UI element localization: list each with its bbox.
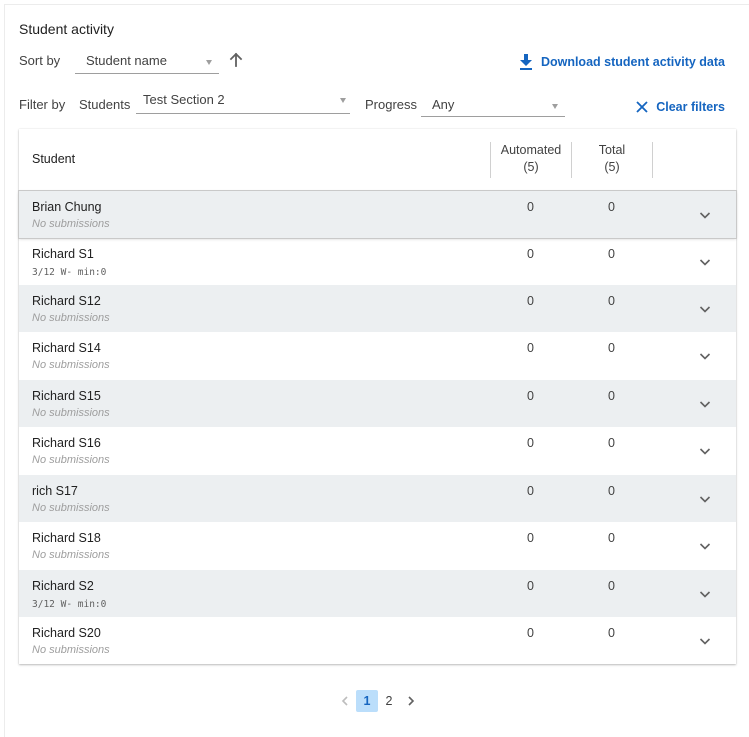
automated-count: 0 bbox=[527, 200, 534, 214]
automated-count: 0 bbox=[527, 247, 534, 261]
submission-status: No submissions bbox=[32, 502, 110, 514]
automated-count: 0 bbox=[527, 294, 534, 308]
chevron-down-icon[interactable] bbox=[697, 586, 713, 602]
submission-status: No submissions bbox=[32, 407, 110, 419]
submission-status: 3/12 W- min:0 bbox=[32, 267, 107, 278]
chevron-left-icon bbox=[341, 696, 348, 706]
automated-count: 0 bbox=[527, 389, 534, 403]
total-count: 0 bbox=[608, 436, 615, 450]
table-row[interactable]: Richard S20 No submissions 0 0 bbox=[19, 617, 736, 664]
total-column-header[interactable]: Total (5) bbox=[571, 142, 652, 178]
close-icon bbox=[636, 101, 648, 113]
chevron-right-icon bbox=[408, 696, 415, 706]
previous-page-button[interactable] bbox=[334, 690, 356, 712]
chevron-down-icon[interactable] bbox=[697, 254, 713, 270]
students-filter-label: Students bbox=[79, 97, 131, 112]
filter-by-label: Filter by bbox=[19, 97, 66, 112]
table-row[interactable]: Richard S15 No submissions 0 0 bbox=[19, 380, 736, 427]
total-count: 0 bbox=[608, 531, 615, 545]
pagination: 1 2 bbox=[334, 689, 422, 713]
automated-header-count: (5) bbox=[523, 160, 539, 174]
page-button-1[interactable]: 1 bbox=[356, 690, 378, 712]
total-count: 0 bbox=[608, 484, 615, 498]
total-count: 0 bbox=[608, 626, 615, 640]
student-name: Richard S16 bbox=[32, 436, 101, 450]
chevron-down-icon[interactable] bbox=[697, 443, 713, 459]
column-divider bbox=[652, 142, 653, 178]
table-row[interactable]: Richard S2 3/12 W- min:0 0 0 bbox=[19, 570, 736, 617]
chevron-down-icon[interactable] bbox=[697, 396, 713, 412]
student-name: Richard S12 bbox=[32, 294, 101, 308]
student-name: rich S17 bbox=[32, 484, 78, 498]
chevron-down-icon[interactable] bbox=[697, 538, 713, 554]
submission-status: 3/12 W- min:0 bbox=[32, 599, 107, 610]
page-button-2[interactable]: 2 bbox=[378, 690, 400, 712]
table-row[interactable]: rich S17 No submissions 0 0 bbox=[19, 475, 736, 522]
submission-status: No submissions bbox=[32, 549, 110, 561]
table-header: Student Automated (5) Total (5) bbox=[19, 129, 736, 191]
sort-select-value: Student name bbox=[86, 53, 167, 68]
student-name: Richard S1 bbox=[32, 247, 94, 261]
automated-column-header[interactable]: Automated (5) bbox=[490, 142, 571, 178]
student-column-header: Student bbox=[32, 152, 76, 166]
sort-direction-button[interactable] bbox=[226, 50, 246, 70]
submission-status: No submissions bbox=[32, 218, 110, 230]
student-activity-table: Student Automated (5) Total (5) Brian Ch… bbox=[18, 129, 737, 664]
student-name: Richard S18 bbox=[32, 531, 101, 545]
automated-count: 0 bbox=[527, 531, 534, 545]
chevron-down-icon[interactable] bbox=[697, 207, 713, 223]
dropdown-caret-icon bbox=[206, 60, 212, 65]
submission-status: No submissions bbox=[32, 454, 110, 466]
arrow-up-icon bbox=[229, 52, 243, 67]
automated-count: 0 bbox=[527, 626, 534, 640]
automated-header-label: Automated bbox=[500, 143, 562, 157]
clear-filters-button[interactable]: Clear filters bbox=[636, 97, 725, 117]
sort-by-label: Sort by bbox=[19, 53, 61, 68]
progress-select[interactable]: Any bbox=[421, 93, 565, 117]
submission-status: No submissions bbox=[32, 312, 110, 324]
dropdown-caret-icon bbox=[552, 104, 558, 109]
total-header-count: (5) bbox=[604, 160, 620, 174]
students-select-value: Test Section 2 bbox=[143, 92, 225, 107]
total-count: 0 bbox=[608, 294, 615, 308]
student-name: Richard S2 bbox=[32, 579, 94, 593]
total-count: 0 bbox=[608, 200, 615, 214]
total-count: 0 bbox=[608, 247, 615, 261]
table-row[interactable]: Richard S16 No submissions 0 0 bbox=[19, 427, 736, 474]
sort-select[interactable]: Student name bbox=[75, 48, 219, 74]
download-activity-label: Download student activity data bbox=[540, 55, 725, 69]
table-row[interactable]: Richard S14 No submissions 0 0 bbox=[19, 332, 736, 379]
automated-count: 0 bbox=[527, 484, 534, 498]
automated-count: 0 bbox=[527, 341, 534, 355]
total-count: 0 bbox=[608, 579, 615, 593]
chevron-down-icon[interactable] bbox=[697, 633, 713, 649]
student-name: Richard S20 bbox=[32, 626, 101, 640]
next-page-button[interactable] bbox=[400, 690, 422, 712]
automated-count: 0 bbox=[527, 436, 534, 450]
clear-filters-label: Clear filters bbox=[656, 100, 725, 114]
progress-select-value: Any bbox=[432, 97, 455, 112]
dropdown-caret-icon bbox=[340, 98, 346, 103]
automated-count: 0 bbox=[527, 579, 534, 593]
chevron-down-icon[interactable] bbox=[697, 491, 713, 507]
table-row[interactable]: Richard S12 No submissions 0 0 bbox=[19, 285, 736, 332]
download-icon bbox=[519, 54, 532, 70]
student-name: Richard S15 bbox=[32, 389, 101, 403]
students-select[interactable]: Test Section 2 bbox=[136, 90, 350, 114]
progress-filter-label: Progress bbox=[365, 97, 418, 112]
download-activity-button[interactable]: Download student activity data bbox=[519, 52, 725, 72]
table-row[interactable]: Richard S1 3/12 W- min:0 0 0 bbox=[19, 238, 736, 285]
submission-status: No submissions bbox=[32, 359, 110, 371]
total-count: 0 bbox=[608, 389, 615, 403]
student-name: Brian Chung bbox=[32, 200, 102, 214]
submission-status: No submissions bbox=[32, 644, 110, 656]
chevron-down-icon[interactable] bbox=[697, 301, 713, 317]
table-row[interactable]: Brian Chung No submissions 0 0 bbox=[18, 190, 737, 239]
total-count: 0 bbox=[608, 341, 615, 355]
total-header-label: Total bbox=[598, 143, 626, 157]
student-name: Richard S14 bbox=[32, 341, 101, 355]
chevron-down-icon[interactable] bbox=[697, 348, 713, 364]
page-title: Student activity bbox=[19, 21, 114, 37]
table-row[interactable]: Richard S18 No submissions 0 0 bbox=[19, 522, 736, 569]
